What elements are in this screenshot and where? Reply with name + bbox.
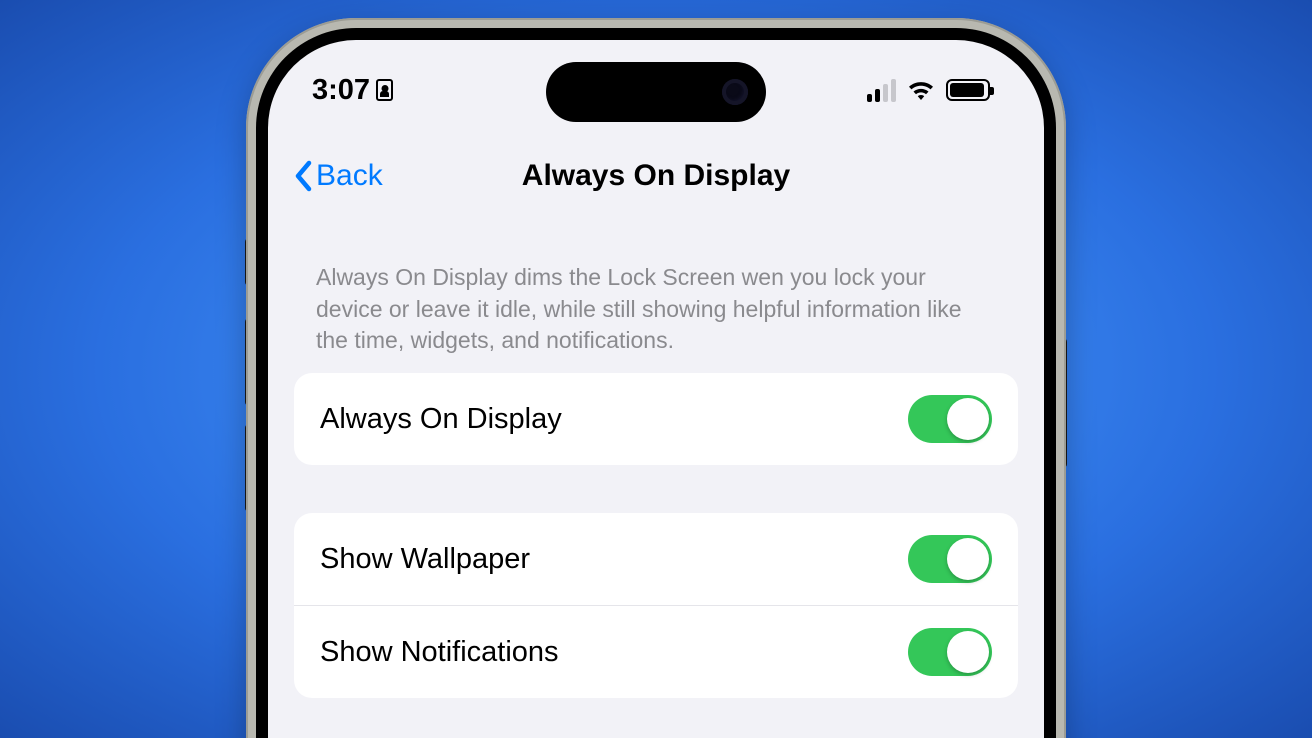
status-bar: 3:07 bbox=[268, 40, 1044, 140]
settings-group-main: Always On Display bbox=[294, 373, 1018, 465]
chevron-left-icon bbox=[292, 159, 314, 193]
toggle-show-wallpaper[interactable] bbox=[908, 535, 992, 583]
toggle-always-on-display[interactable] bbox=[908, 395, 992, 443]
page-title: Always On Display bbox=[522, 159, 790, 193]
settings-group-options: Show Wallpaper Show Notifications bbox=[294, 513, 1018, 698]
phone-mockup: 3:07 bbox=[246, 18, 1066, 738]
row-label: Show Wallpaper bbox=[320, 543, 530, 576]
row-show-wallpaper: Show Wallpaper bbox=[294, 513, 1018, 605]
cellular-signal-icon bbox=[867, 79, 896, 102]
phone-frame: 3:07 bbox=[246, 18, 1066, 738]
row-always-on-display: Always On Display bbox=[294, 373, 1018, 465]
status-left: 3:07 bbox=[312, 74, 393, 107]
section-description: Always On Display dims the Lock Screen w… bbox=[294, 220, 1018, 373]
back-label: Back bbox=[316, 159, 383, 193]
navigation-bar: Back Always On Display bbox=[268, 140, 1044, 212]
row-label: Always On Display bbox=[320, 403, 562, 436]
phone-bezel: 3:07 bbox=[256, 28, 1056, 738]
screen: 3:07 bbox=[268, 40, 1044, 738]
row-label: Show Notifications bbox=[320, 636, 559, 669]
row-show-notifications: Show Notifications bbox=[294, 605, 1018, 698]
battery-icon bbox=[946, 79, 990, 101]
wifi-icon bbox=[906, 79, 936, 101]
back-button[interactable]: Back bbox=[292, 159, 383, 193]
status-right bbox=[867, 79, 990, 102]
id-card-icon bbox=[376, 79, 393, 101]
settings-content: Always On Display dims the Lock Screen w… bbox=[268, 220, 1044, 738]
status-time: 3:07 bbox=[312, 74, 370, 107]
toggle-show-notifications[interactable] bbox=[908, 628, 992, 676]
